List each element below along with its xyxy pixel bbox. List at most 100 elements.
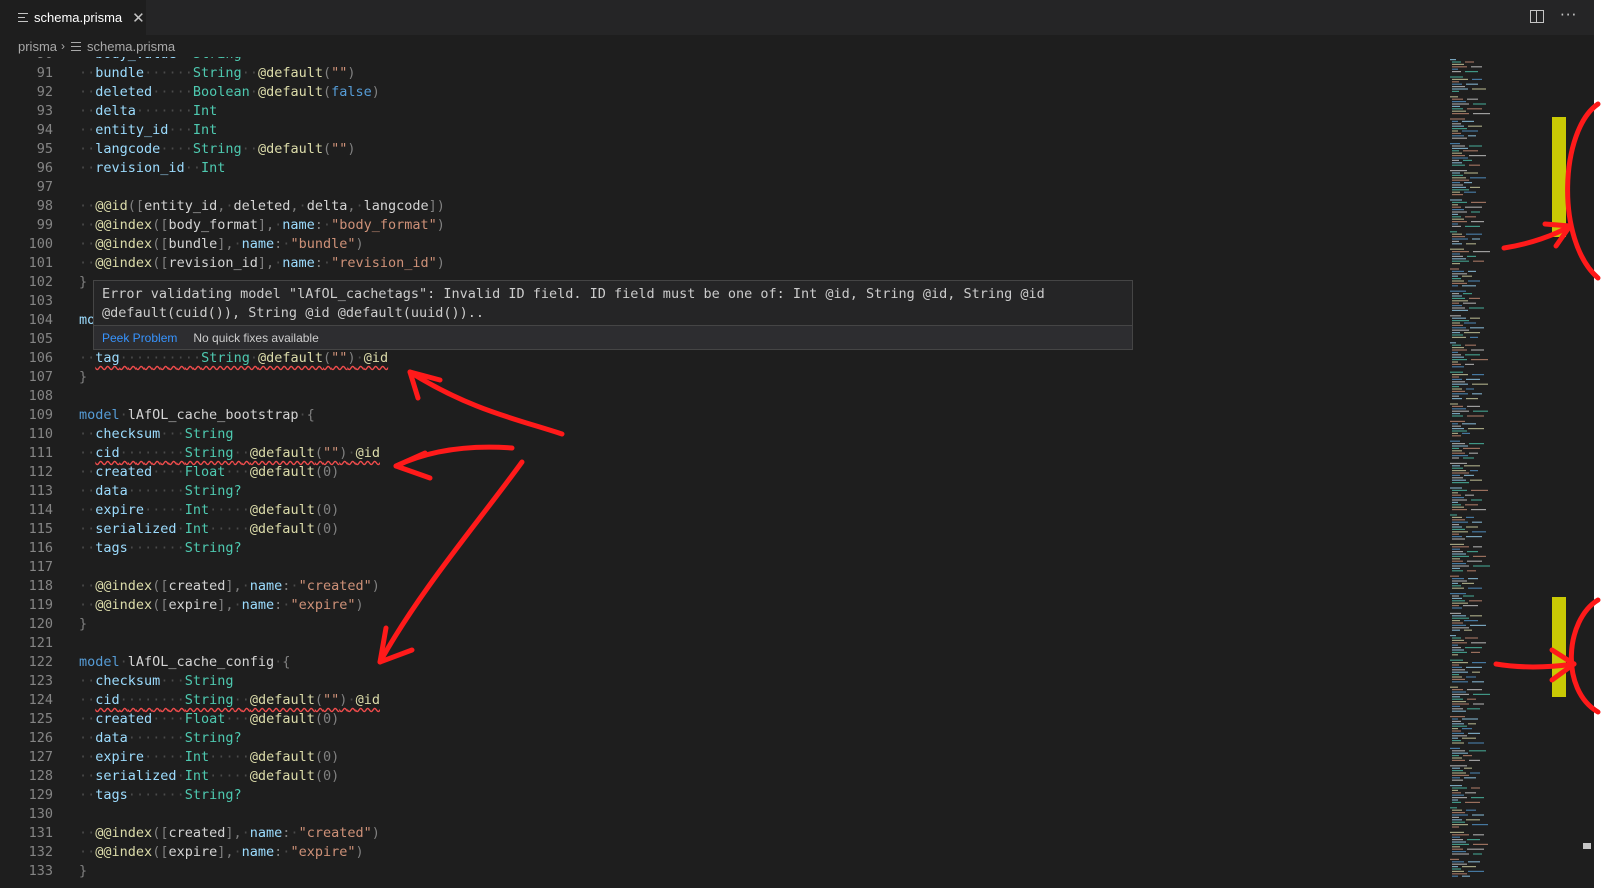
minimap-line — [1465, 494, 1474, 496]
code-line[interactable]: 118 ··@@index([created],·name:·"created") — [0, 577, 1470, 596]
code-line[interactable]: 117 — [0, 558, 1470, 577]
code-line[interactable]: 128 ··serialized·Int·····@default(0) — [0, 767, 1470, 786]
code-line[interactable]: 114 ··expire·····Int·····@default(0) — [0, 501, 1470, 520]
code-line[interactable]: 107} — [0, 368, 1470, 387]
breadcrumb-folder[interactable]: prisma — [18, 39, 57, 54]
line-number: 123 — [28, 673, 53, 689]
code-line[interactable]: 121 — [0, 634, 1470, 653]
line-number: 95 — [36, 141, 53, 157]
code-line[interactable]: 129 ··tags·······String? — [0, 786, 1470, 805]
minimap-line — [1450, 612, 1461, 614]
code-line[interactable]: 133} — [0, 862, 1470, 881]
minimap-line — [1452, 225, 1461, 227]
minimap-line — [1452, 218, 1464, 220]
minimap-line — [1471, 211, 1480, 213]
minimap-line — [1465, 354, 1480, 356]
code-line[interactable]: 97 — [0, 178, 1470, 197]
minimap-line — [1452, 425, 1461, 427]
minimap-line — [1467, 255, 1476, 257]
code-line[interactable]: 90 ··body_value··String — [0, 57, 1470, 64]
code-line[interactable]: 130 — [0, 805, 1470, 824]
code-line[interactable]: 99 ··@@index([body_format],·name:·"body_f… — [0, 216, 1470, 235]
code-line[interactable]: 95 ··langcode····String··@default("") — [0, 140, 1470, 159]
code-line[interactable]: 113 ··data·······String? — [0, 482, 1470, 501]
minimap-line — [1452, 423, 1458, 425]
code-line[interactable]: 101 ··@@index([revision_id],·name:·"revis… — [0, 254, 1470, 273]
minimap-line — [1452, 240, 1459, 242]
more-actions-icon[interactable]: ··· — [1560, 6, 1577, 24]
minimap-line — [1469, 443, 1484, 445]
line-number: 125 — [28, 711, 53, 727]
vertical-scrollbar[interactable] — [1580, 57, 1594, 881]
minimap-line — [1452, 863, 1467, 865]
minimap-line — [1452, 639, 1464, 641]
code-line[interactable]: 92 ··deleted·····Boolean·@default(false) — [0, 83, 1470, 102]
code-line[interactable]: 124 ··cid········String··@default("")·@id — [0, 691, 1470, 710]
line-number: 128 — [28, 768, 53, 784]
code-line[interactable]: 116 ··tags·······String? — [0, 539, 1470, 558]
code-line[interactable]: 111 ··cid········String··@default("")·@id — [0, 444, 1470, 463]
code-line[interactable]: 91 ··bundle······String··@default("") — [0, 64, 1470, 83]
code-line[interactable]: 112 ··created····Float···@default(0) — [0, 463, 1470, 482]
minimap-line — [1472, 374, 1484, 376]
minimap-line — [1452, 86, 1465, 88]
minimap-line — [1471, 509, 1486, 511]
minimap-line — [1450, 807, 1457, 809]
tab-bar: schema.prisma ✕ ··· — [0, 0, 1594, 35]
minimap-line — [1452, 597, 1462, 599]
minimap-line — [1452, 447, 1459, 449]
minimap-line — [1452, 479, 1466, 481]
code-line[interactable]: 125 ··created····Float···@default(0) — [0, 710, 1470, 729]
minimap-line — [1450, 514, 1457, 516]
minimap-line — [1472, 662, 1486, 664]
minimap-line — [1473, 834, 1484, 836]
close-icon[interactable]: ✕ — [132, 9, 145, 27]
line-text: ··entity_id···Int — [79, 122, 218, 138]
code-line[interactable]: 123 ··checksum···String — [0, 672, 1470, 691]
code-line[interactable]: 96 ··revision_id··Int — [0, 159, 1470, 178]
minimap-line — [1452, 774, 1469, 776]
line-text: ··body_value··String — [79, 57, 242, 64]
minimap-line — [1452, 705, 1460, 707]
minimap-line — [1471, 201, 1486, 203]
minimap-line — [1452, 275, 1458, 277]
split-editor-icon[interactable] — [1530, 10, 1544, 23]
minimap-line — [1467, 98, 1478, 100]
code-line[interactable]: 131 ··@@index([created],·name:·"created") — [0, 824, 1470, 843]
minimap-line — [1452, 430, 1467, 432]
code-line[interactable]: 126 ··data·······String? — [0, 729, 1470, 748]
tab-schema-prisma[interactable]: schema.prisma ✕ — [0, 0, 146, 35]
minimap-line — [1452, 674, 1459, 676]
code-line[interactable]: 132 ··@@index([expire],·name:·"expire") — [0, 843, 1470, 862]
minimap-line — [1452, 184, 1463, 186]
line-number: 127 — [28, 749, 53, 765]
code-line[interactable]: 115 ··serialized·Int·····@default(0) — [0, 520, 1470, 539]
code-line[interactable]: 100 ··@@index([bundle],·name:·"bundle") — [0, 235, 1470, 254]
minimap-line — [1450, 831, 1464, 833]
code-line[interactable]: 120} — [0, 615, 1470, 634]
peek-problem-link[interactable]: Peek Problem — [102, 331, 177, 345]
code-line[interactable]: 110 ··checksum···String — [0, 425, 1470, 444]
line-text: ··created····Float···@default(0) — [79, 464, 340, 480]
minimap-line — [1450, 143, 1460, 145]
code-line[interactable]: 93 ··delta·······Int — [0, 102, 1470, 121]
minimap-line — [1466, 233, 1482, 235]
code-line[interactable]: 94 ··entity_id···Int — [0, 121, 1470, 140]
minimap-line — [1465, 363, 1474, 365]
breadcrumb-file[interactable]: schema.prisma — [87, 39, 175, 54]
code-line[interactable]: 119 ··@@index([expire],·name:·"expire") — [0, 596, 1470, 615]
code-line[interactable]: 127 ··expire·····Int·····@default(0) — [0, 748, 1470, 767]
code-line[interactable]: 122 model·lAfOL_cache_config·{ — [0, 653, 1470, 672]
scrollbar-thumb[interactable] — [1583, 843, 1591, 849]
line-number: 122 — [28, 654, 53, 670]
code-line[interactable]: 98 ··@@id([entity_id,·deleted,·delta,·lan… — [0, 197, 1470, 216]
minimap-line — [1466, 676, 1476, 678]
code-line[interactable]: 108 — [0, 387, 1470, 406]
code-line[interactable]: 106 ··tag··········String·@default("")·@i… — [0, 349, 1470, 368]
line-number: 100 — [28, 236, 53, 252]
minimap[interactable] — [1448, 57, 1568, 881]
minimap-line — [1452, 81, 1459, 83]
code-editor[interactable]: 90 ··body_value··String 91 ··bundle······St… — [0, 57, 1470, 888]
minimap-line — [1464, 172, 1478, 174]
code-line[interactable]: 109 model·lAfOL_cache_bootstrap·{ — [0, 406, 1470, 425]
